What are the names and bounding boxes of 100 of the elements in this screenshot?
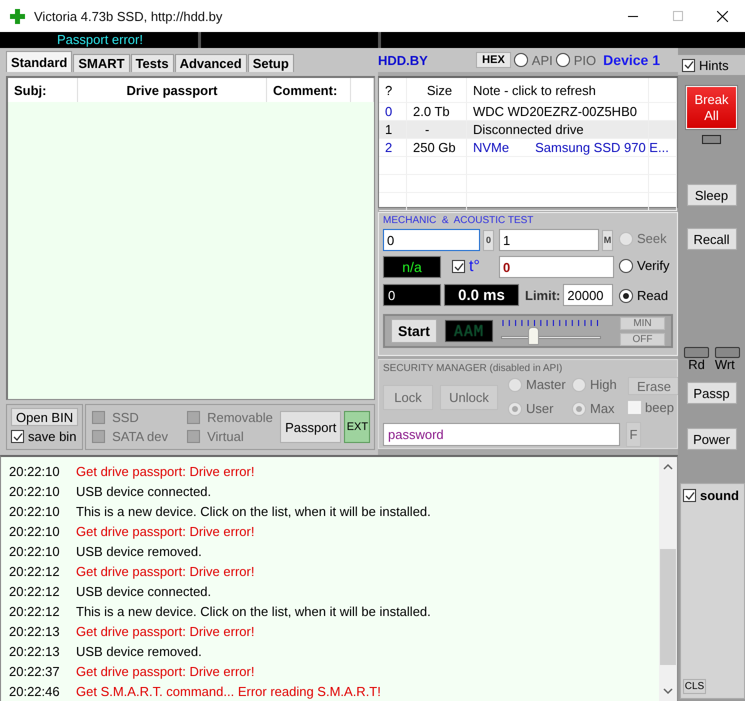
- checkbox[interactable]: [92, 430, 106, 443]
- input-field[interactable]: 0: [383, 229, 480, 251]
- table-cell: NVMe: [473, 140, 510, 155]
- lock-button[interactable]: Lock: [383, 384, 433, 410]
- checkbox[interactable]: [11, 430, 24, 443]
- break-all-button[interactable]: Break All: [686, 86, 737, 129]
- table-cell: -: [407, 121, 467, 138]
- log-message: Get drive passport: Drive error!: [76, 464, 254, 478]
- checkbox[interactable]: [187, 411, 200, 424]
- tab[interactable]: Advanced: [174, 54, 247, 72]
- scale-ticks-icon: [500, 320, 601, 326]
- aam-display: AAM: [444, 320, 493, 342]
- input-field[interactable]: 0: [499, 256, 614, 278]
- cls-button[interactable]: CLS: [683, 679, 706, 694]
- checkbox[interactable]: [452, 260, 465, 273]
- checkbox[interactable]: [92, 411, 106, 424]
- recall-button[interactable]: Recall: [686, 228, 736, 250]
- radio-button[interactable]: [556, 53, 570, 67]
- radio-button[interactable]: [572, 378, 586, 392]
- radio-button[interactable]: [514, 53, 528, 67]
- radio-button[interactable]: [508, 378, 522, 392]
- log-time: 20:22:10: [9, 464, 61, 478]
- radio-label: Max: [590, 401, 615, 416]
- cross-icon: [10, 8, 25, 24]
- tab[interactable]: SMART: [73, 54, 130, 72]
- unlock-button[interactable]: Unlock: [440, 384, 498, 410]
- passport-button[interactable]: Passport: [280, 411, 342, 443]
- password-field[interactable]: password: [383, 422, 620, 446]
- indicator-label: Wrt: [714, 358, 735, 372]
- table-cell: WDC WD20EZRZ-00Z5HB0: [473, 104, 637, 119]
- passp-button[interactable]: Passp: [686, 382, 736, 404]
- max-button[interactable]: M: [602, 230, 613, 250]
- sleep-button[interactable]: Sleep: [686, 184, 736, 206]
- drive-row[interactable]: 2 250 Gb NVMe Samsung SSD 970 E...: [379, 139, 677, 157]
- column-header: Drive passport: [78, 78, 267, 102]
- log-time: 20:22:12: [9, 564, 61, 578]
- f-button[interactable]: F: [626, 422, 641, 446]
- tab[interactable]: Tests: [130, 54, 174, 72]
- window-title: Victoria 4.73b SSD, http://hdd.by: [34, 8, 222, 24]
- off-button[interactable]: OFF: [620, 332, 665, 346]
- hex-button[interactable]: HEX: [476, 52, 511, 68]
- column-header: Comment:: [267, 78, 351, 102]
- zero-button[interactable]: 0: [483, 230, 494, 250]
- aam-slider[interactable]: [500, 318, 603, 344]
- indicator-light: [714, 347, 740, 358]
- checkbox-label: Virtual: [207, 429, 244, 444]
- log-time: 20:22:10: [9, 544, 61, 558]
- checkbox[interactable]: [682, 58, 695, 72]
- log-message: This is a new device. Click on the list, when it will be installed.: [76, 504, 431, 518]
- table-cell: Samsung SSD 970 E...: [535, 140, 669, 155]
- log-message: This is a new device. Click on the list, when it will be installed.: [76, 604, 431, 618]
- close-icon: [717, 10, 728, 22]
- log-time: 20:22:13: [9, 624, 61, 638]
- checkbox-label: beep: [645, 400, 674, 414]
- limit-label: Limit:: [525, 288, 560, 302]
- log-time: 20:22:37: [9, 664, 61, 678]
- drive-row[interactable]: 1 - Disconnected drive: [379, 121, 677, 139]
- column-header: ?: [379, 78, 407, 102]
- ext-button[interactable]: EXT: [344, 411, 370, 443]
- radio-label: High: [590, 377, 617, 392]
- log-time: 20:22:12: [9, 604, 61, 618]
- brand-label: HDD.BY: [378, 52, 428, 68]
- tab[interactable]: Setup: [248, 54, 294, 72]
- radio-button[interactable]: [619, 258, 633, 273]
- log-message: Get drive passport: Drive error!: [76, 524, 254, 538]
- min-button[interactable]: MIN: [620, 316, 665, 330]
- log-message: Get drive passport: Drive error!: [76, 664, 254, 678]
- indicator-light: [702, 135, 721, 144]
- checkbox[interactable]: [683, 489, 696, 502]
- radio-button[interactable]: [508, 402, 522, 416]
- scroll-down-icon[interactable]: [663, 687, 673, 695]
- radio-label: User: [526, 401, 554, 416]
- input-field[interactable]: 20000: [563, 284, 614, 306]
- radio-button[interactable]: [619, 288, 633, 303]
- radio-label: Read: [637, 288, 668, 304]
- log-time: 20:22:10: [9, 524, 61, 538]
- table-cell: 2.0 Tb: [407, 103, 467, 120]
- checkbox[interactable]: [187, 430, 200, 443]
- indicator-label: Rd: [688, 358, 705, 372]
- log-message: Get drive passport: Drive error!: [76, 624, 254, 638]
- tab[interactable]: Standard: [6, 51, 72, 72]
- counter-display: 0: [383, 284, 441, 306]
- erase-button[interactable]: Erase: [628, 377, 680, 395]
- scroll-up-icon[interactable]: [663, 463, 673, 471]
- log-message: USB device removed.: [76, 544, 202, 558]
- radio-label: Master: [526, 377, 566, 392]
- input-field[interactable]: 1: [499, 229, 599, 251]
- time-display: 0.0 ms: [444, 284, 519, 306]
- power-button[interactable]: Power: [686, 428, 736, 450]
- log-message: USB device connected.: [76, 484, 212, 498]
- radio-label: API: [532, 52, 553, 68]
- radio-label: PIO: [574, 52, 596, 68]
- radio-label: Seek: [637, 231, 667, 246]
- radio-button[interactable]: [572, 402, 586, 416]
- start-button[interactable]: Start: [391, 319, 437, 343]
- checkbox-label: Removable: [207, 410, 273, 425]
- open-bin-button[interactable]: Open BIN: [11, 408, 78, 426]
- scrollbar[interactable]: [659, 457, 677, 701]
- checkbox-label: save bin: [28, 429, 76, 444]
- maximize-icon: [672, 11, 682, 21]
